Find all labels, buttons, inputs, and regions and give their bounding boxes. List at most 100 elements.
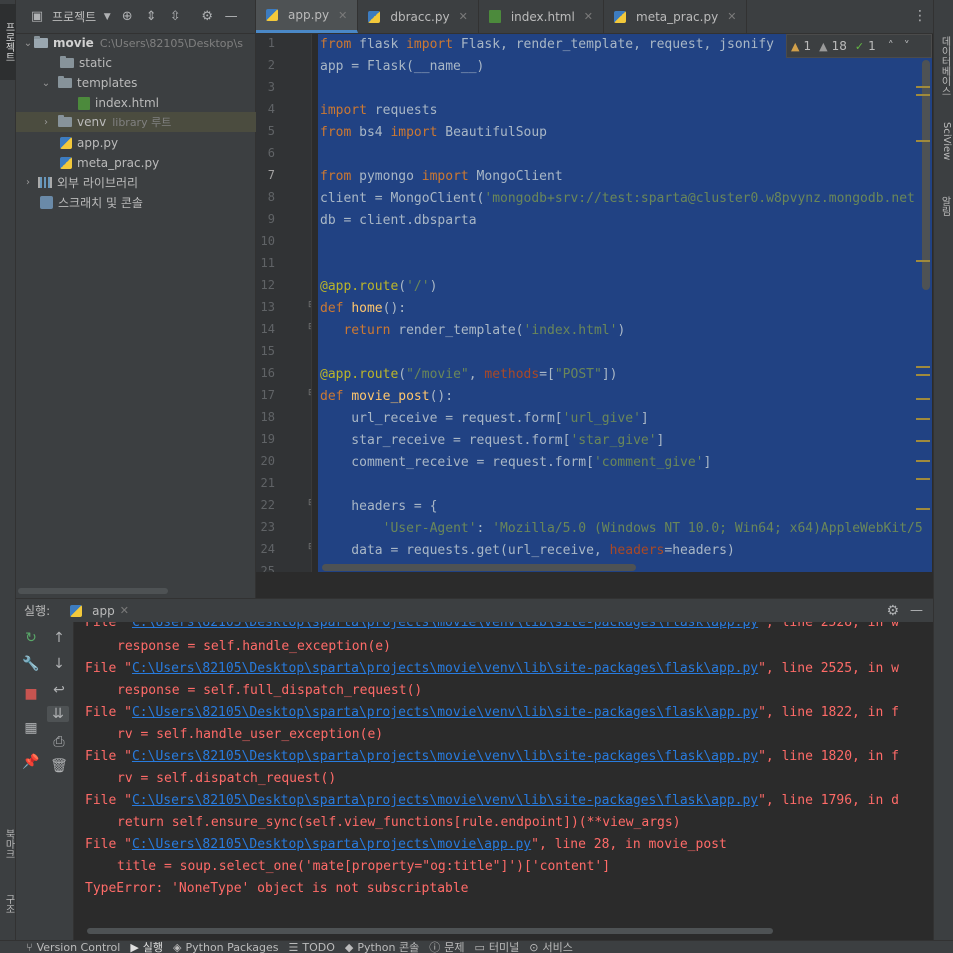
arrow-up-icon[interactable]: ↑ bbox=[50, 630, 68, 646]
traceback-code-line: response = self.handle_exception(e) bbox=[117, 639, 391, 654]
traceback-file-link[interactable]: C:\Users\82105\Desktop\sparta\projects\m… bbox=[132, 837, 531, 852]
tab-dbracc-py[interactable]: dbracc.py ✕ bbox=[358, 0, 479, 33]
error-stripe-mark[interactable] bbox=[916, 86, 930, 88]
chevron-up-icon[interactable]: ˄ bbox=[888, 39, 894, 53]
run-tab-app[interactable]: app ✕ bbox=[70, 604, 129, 618]
python-packages-button[interactable]: ◈ Python Packages bbox=[173, 941, 278, 953]
tab-app-py[interactable]: app.py ✕ bbox=[256, 0, 359, 33]
code-line: 'User-Agent': 'Mozilla/5.0 (Windows NT 1… bbox=[382, 521, 923, 536]
pin-icon[interactable]: 📌 bbox=[22, 754, 40, 770]
scroll-to-end-icon[interactable]: ⇊ bbox=[47, 706, 69, 722]
fold-icon[interactable]: ⊟ bbox=[308, 542, 311, 552]
traceback-file-line: File "C:\Users\82105\Desktop\sparta\proj… bbox=[85, 705, 899, 720]
problems-button[interactable]: ⓘ 문제 bbox=[429, 941, 464, 953]
minimize-icon[interactable]: — bbox=[910, 603, 923, 618]
tree-item-templates[interactable]: ⌄ templates bbox=[16, 73, 256, 93]
select-opened-file-icon[interactable]: ⊕ bbox=[118, 9, 136, 24]
gear-icon[interactable]: ⚙ bbox=[886, 603, 899, 619]
structure-tool-button[interactable]: 구조 bbox=[0, 884, 16, 924]
python-file-icon bbox=[614, 10, 627, 23]
line-number: 17 bbox=[260, 388, 275, 402]
layout-icon[interactable]: ▦ bbox=[22, 720, 40, 736]
error-stripe-mark[interactable] bbox=[916, 418, 930, 420]
inspection-widget[interactable]: ▲ 1 ▲ 18 ✓ 1 ˄ ˅ bbox=[786, 34, 932, 58]
chevron-down-icon[interactable]: ▼ bbox=[102, 12, 112, 22]
close-icon[interactable]: ✕ bbox=[584, 10, 593, 23]
chevron-down-icon[interactable]: ⌄ bbox=[40, 78, 52, 89]
tree-item-movie[interactable]: ⌄ movie C:\Users\82105\Desktop\s bbox=[16, 33, 256, 53]
stop-icon[interactable]: ■ bbox=[22, 686, 40, 702]
expand-all-icon[interactable]: ⇕ bbox=[142, 9, 160, 24]
close-icon[interactable]: ✕ bbox=[459, 10, 468, 23]
console-horizontal-scrollbar[interactable] bbox=[87, 928, 773, 934]
traceback-file-link[interactable]: C:\Users\82105\Desktop\sparta\projects\m… bbox=[132, 749, 758, 764]
database-tool-button[interactable]: 데이터베이스 bbox=[936, 36, 952, 106]
tree-item-scratches[interactable]: 스크래치 및 콘솔 bbox=[16, 192, 256, 212]
line-number-gutter: 1 2 3 4 5 6 7 8 9 10 11 12 13 14 15 16 1… bbox=[256, 34, 312, 572]
tree-item-external-libraries[interactable]: › 외부 라이브러리 bbox=[16, 172, 256, 192]
tree-item-static[interactable]: static bbox=[16, 53, 256, 73]
close-icon[interactable]: ✕ bbox=[727, 10, 736, 23]
chevron-right-icon[interactable]: › bbox=[40, 117, 52, 128]
close-icon[interactable]: ✕ bbox=[338, 9, 347, 22]
python-console-button[interactable]: ◆ Python 콘솔 bbox=[345, 941, 419, 953]
fold-icon[interactable]: ⊟ bbox=[308, 300, 311, 310]
error-stripe-mark[interactable] bbox=[916, 366, 930, 368]
code-line: comment_receive = request.form['comment_… bbox=[320, 455, 712, 470]
fold-icon[interactable]: ⊟ bbox=[308, 388, 311, 398]
editor-horizontal-scrollbar[interactable] bbox=[322, 564, 636, 571]
notifications-tool-button[interactable]: 알림 bbox=[936, 196, 952, 236]
fold-icon[interactable]: ⊟ bbox=[308, 498, 311, 508]
error-stripe-mark[interactable] bbox=[916, 508, 930, 510]
rerun-icon[interactable]: ↻ bbox=[22, 630, 40, 646]
traceback-file-link[interactable]: C:\Users\82105\Desktop\sparta\projects\m… bbox=[132, 793, 758, 808]
tree-item-app-py[interactable]: app.py bbox=[16, 133, 256, 153]
line-number: 5 bbox=[267, 124, 275, 138]
error-stripe-mark[interactable] bbox=[916, 398, 930, 400]
todo-button[interactable]: ☰ TODO bbox=[288, 941, 334, 953]
error-stripe-mark[interactable] bbox=[916, 440, 930, 442]
terminal-button[interactable]: ▭ 터미널 bbox=[474, 941, 519, 953]
tab-index-html[interactable]: index.html ✕ bbox=[479, 0, 605, 33]
error-stripe-mark[interactable] bbox=[916, 460, 930, 462]
error-stripe-mark[interactable] bbox=[916, 478, 930, 480]
sciview-tool-button[interactable]: SciView bbox=[936, 122, 952, 182]
code-editor[interactable]: from flask import Flask, render_template… bbox=[318, 34, 932, 572]
chevron-down-icon[interactable]: ⌄ bbox=[22, 38, 34, 49]
project-horizontal-scrollbar[interactable] bbox=[18, 588, 168, 594]
error-stripe-mark[interactable] bbox=[916, 260, 930, 262]
bookmarks-tool-button[interactable]: 북마크 bbox=[0, 818, 16, 870]
gear-icon[interactable]: ⚙ bbox=[198, 9, 216, 24]
close-icon[interactable]: ✕ bbox=[120, 604, 129, 617]
fold-icon[interactable]: ⊟ bbox=[308, 322, 311, 332]
code-line: def home(): bbox=[320, 301, 407, 316]
chevron-down-icon[interactable]: ˅ bbox=[904, 39, 910, 53]
collapse-all-icon[interactable]: ⇳ bbox=[166, 9, 184, 24]
print-icon[interactable]: ⎙ bbox=[50, 734, 68, 750]
tree-item-meta-prac-py[interactable]: meta_prac.py bbox=[16, 153, 256, 173]
error-stripe-mark[interactable] bbox=[916, 374, 930, 376]
traceback-file-link[interactable]: C:\Users\82105\Desktop\sparta\projects\m… bbox=[132, 661, 758, 676]
chevron-right-icon[interactable]: › bbox=[22, 177, 34, 188]
project-panel-title[interactable]: 프로젝트 bbox=[52, 8, 96, 25]
soft-wrap-icon[interactable]: ↩ bbox=[50, 682, 68, 698]
tree-item-index-html[interactable]: index.html bbox=[16, 93, 256, 113]
run-button[interactable]: ▶ 실행 bbox=[130, 941, 163, 953]
error-stripe-mark[interactable] bbox=[916, 140, 930, 142]
version-control-button[interactable]: ⑂ Version Control bbox=[26, 941, 120, 953]
tool-window-bar: ⑂ Version Control ▶ 실행 ◈ Python Packages ☰ T… bbox=[0, 940, 953, 953]
line-number: 21 bbox=[260, 476, 275, 490]
minimize-icon[interactable]: — bbox=[222, 9, 240, 24]
trash-icon[interactable]: 🗑 bbox=[50, 758, 68, 774]
more-options-icon[interactable]: ⋮ bbox=[913, 8, 927, 24]
project-tool-button[interactable]: 프로젝트 bbox=[0, 4, 16, 80]
error-stripe-mark[interactable] bbox=[916, 94, 930, 96]
wrench-icon[interactable]: 🔧 bbox=[22, 656, 40, 672]
tab-meta-prac-py[interactable]: meta_prac.py ✕ bbox=[604, 0, 748, 33]
traceback-file-link[interactable]: C:\Users\82105\Desktop\sparta\projects\m… bbox=[132, 705, 758, 720]
run-console[interactable]: File "C:\Users\82105\Desktop\sparta\proj… bbox=[75, 622, 933, 934]
arrow-down-icon[interactable]: ↓ bbox=[50, 656, 68, 672]
services-button[interactable]: ⊙ 서비스 bbox=[529, 941, 573, 953]
traceback-file-link[interactable]: C:\Users\82105\Desktop\sparta\projects\m… bbox=[132, 622, 758, 630]
tree-item-venv[interactable]: › venv library 루트 bbox=[16, 112, 256, 132]
